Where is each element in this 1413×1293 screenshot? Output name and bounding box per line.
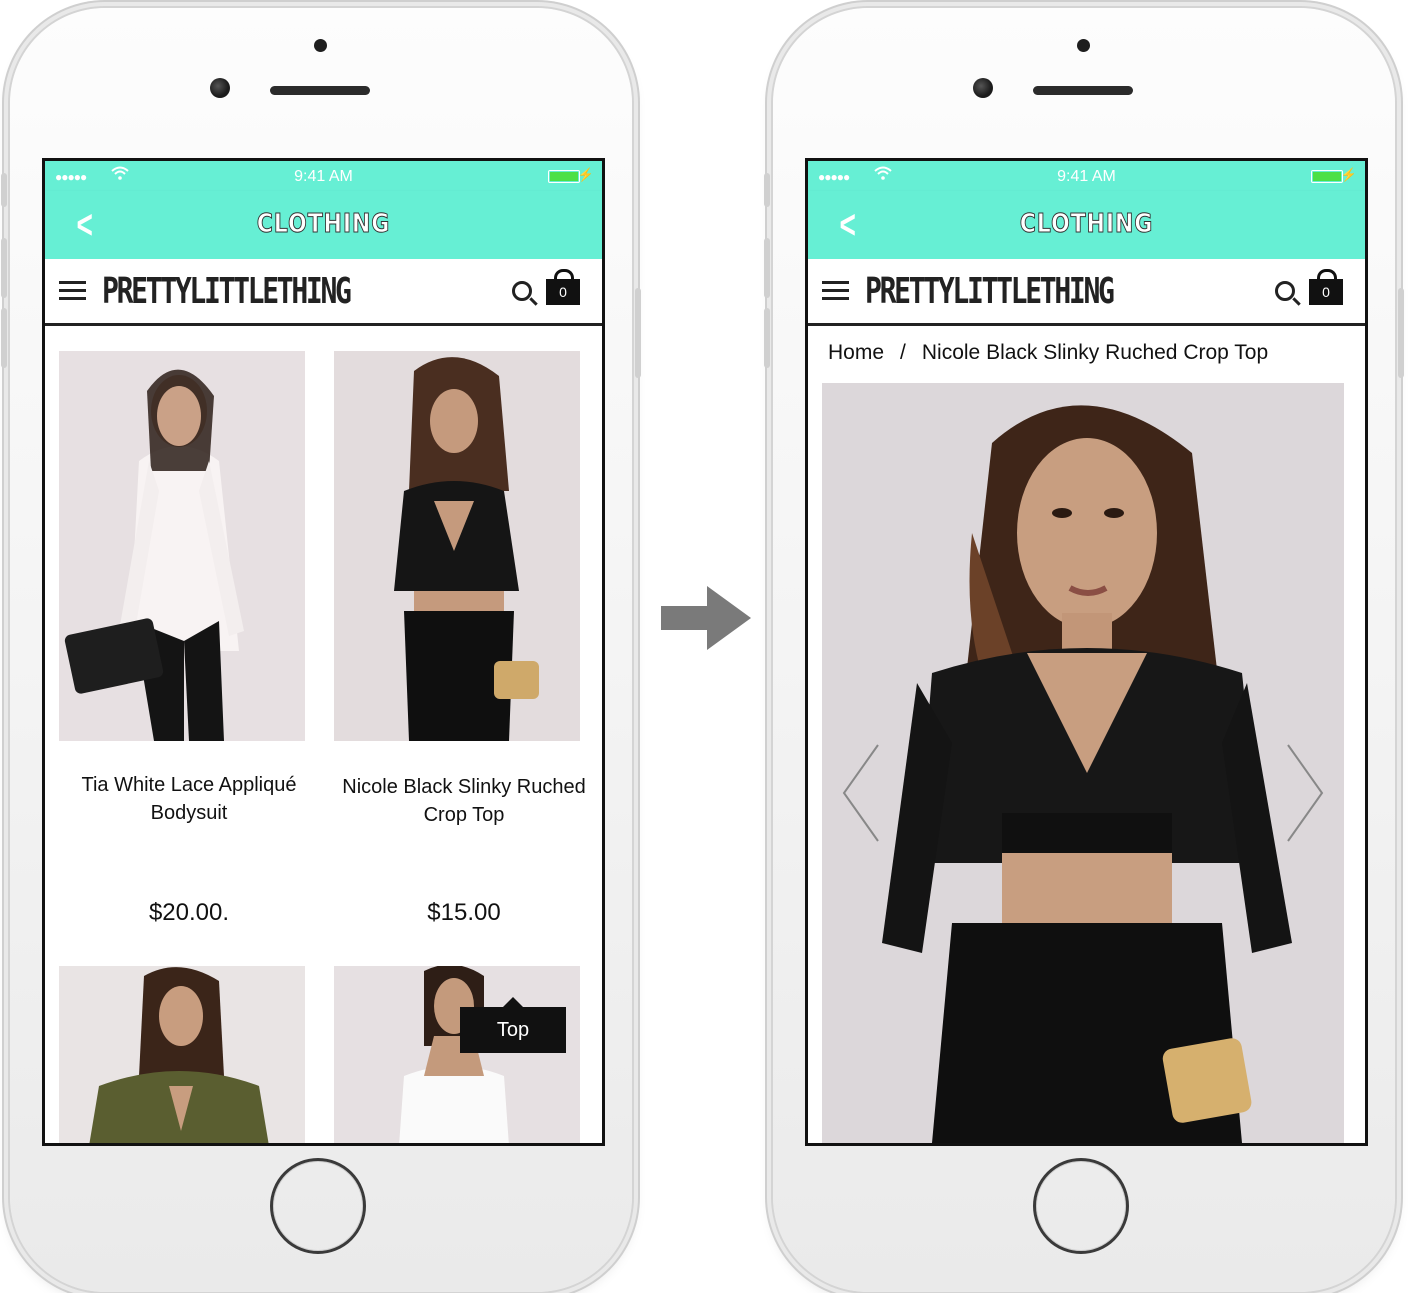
navigation-bar: < CLOTHING (808, 191, 1365, 259)
breadcrumb: Home / Nicole Black Slinky Ruched Crop Top (828, 341, 1268, 365)
earpiece-speaker (270, 86, 370, 95)
product-price: $20.00. (148, 899, 230, 926)
front-camera (973, 78, 993, 98)
hamburger-menu-icon[interactable] (59, 281, 86, 305)
power-button (635, 288, 641, 378)
status-bar: ●●●●● 9:41 AM ⚡ (45, 161, 602, 191)
mute-switch (1, 173, 7, 207)
product-image[interactable] (59, 966, 305, 1143)
screen-product-list: ●●●●● 9:41 AM ⚡ < CLOTHING PRETTYLITTLET… (42, 158, 605, 1146)
volume-down-button (1, 308, 7, 368)
charging-icon: ⚡ (577, 167, 594, 182)
volume-up-button (764, 238, 770, 298)
home-button[interactable] (270, 1158, 366, 1254)
shopping-bag-icon[interactable]: 0 (546, 269, 580, 305)
search-icon[interactable] (512, 281, 532, 301)
product-image[interactable] (334, 966, 580, 1143)
phone-frame-left: ●●●●● 9:41 AM ⚡ < CLOTHING PRETTYLITTLET… (1, 8, 641, 1292)
product-image[interactable] (59, 351, 305, 741)
screen-product-detail: ●●●●● 9:41 AM ⚡ < CLOTHING PRETTYLITTLET… (805, 158, 1368, 1146)
proximity-sensor (1077, 39, 1090, 52)
mute-switch (764, 173, 770, 207)
product-name[interactable]: Tia White Lace Appliqué Bodysuit (59, 771, 319, 827)
breadcrumb-current: Nicole Black Slinky Ruched Crop Top (921, 341, 1269, 364)
hamburger-menu-icon[interactable] (822, 281, 849, 305)
proximity-sensor (314, 39, 327, 52)
product-price: $15.00 (427, 899, 501, 926)
battery-icon (1311, 170, 1343, 183)
store-header: PRETTYLITTLETHING 0 (45, 259, 602, 326)
volume-down-button (764, 308, 770, 368)
navigation-bar: < CLOTHING (45, 191, 602, 259)
right-arrow-icon (661, 586, 753, 657)
breadcrumb-home-link[interactable]: Home (828, 341, 884, 364)
nav-title: CLOTHING (256, 209, 391, 240)
power-button (1398, 288, 1404, 378)
earpiece-speaker (1033, 86, 1133, 95)
breadcrumb-separator: / (900, 341, 906, 364)
scroll-to-top-button[interactable]: Top (460, 997, 566, 1053)
battery-icon (548, 170, 580, 183)
previous-image-chevron-icon[interactable] (838, 743, 888, 843)
product-hero-image[interactable] (822, 383, 1344, 1143)
front-camera (210, 78, 230, 98)
cart-count: 0 (1322, 284, 1330, 300)
shopping-bag-icon[interactable]: 0 (1309, 269, 1343, 305)
status-time: 9:41 AM (294, 168, 353, 185)
status-bar: ●●●●● 9:41 AM ⚡ (808, 161, 1365, 191)
charging-icon: ⚡ (1340, 167, 1357, 182)
nav-title: CLOTHING (1019, 209, 1154, 240)
store-logo[interactable]: PRETTYLITTLETHING (102, 271, 352, 312)
store-header: PRETTYLITTLETHING 0 (808, 259, 1365, 326)
product-name[interactable]: Nicole Black Slinky Ruched Crop Top (334, 773, 594, 829)
cart-count: 0 (559, 284, 567, 300)
next-image-chevron-icon[interactable] (1278, 743, 1328, 843)
status-time: 9:41 AM (1057, 168, 1116, 185)
product-image[interactable] (334, 351, 580, 741)
store-logo[interactable]: PRETTYLITTLETHING (865, 271, 1115, 312)
home-button[interactable] (1033, 1158, 1129, 1254)
volume-up-button (1, 238, 7, 298)
search-icon[interactable] (1275, 281, 1295, 301)
phone-frame-right: ●●●●● 9:41 AM ⚡ < CLOTHING PRETTYLITTLET… (764, 8, 1404, 1292)
